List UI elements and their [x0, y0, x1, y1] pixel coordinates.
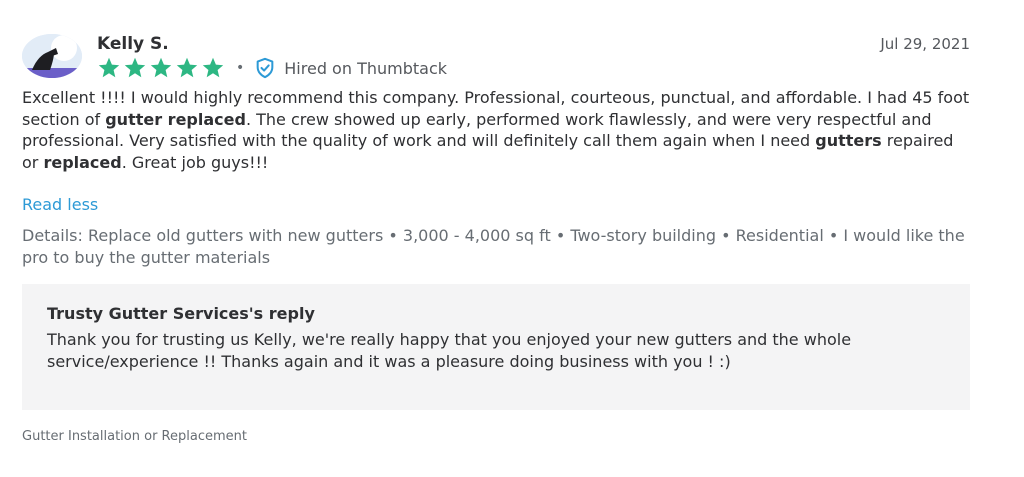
service-category: Gutter Installation or Replacement [22, 429, 247, 444]
star-icon [176, 57, 198, 78]
project-details: Details: Replace old gutters with new gu… [22, 226, 965, 267]
read-less-link[interactable]: Read less [22, 195, 98, 214]
reply-text: Thank you for trusting us Kelly, we're r… [47, 330, 852, 371]
pro-reply: Trusty Gutter Services's reply Thank you… [22, 284, 970, 410]
shield-check-icon [256, 57, 274, 79]
review-text-highlight: gutter replaced [105, 109, 246, 129]
review-card: Kelly S. Jul 29, 2021 • Hired on Thumbta… [22, 32, 970, 444]
review-text-part: . Great job guys!!! [121, 152, 269, 172]
star-icon [150, 57, 172, 78]
star-rating [96, 56, 226, 80]
hired-on-thumbtack-label: Hired on Thumbtack [284, 58, 448, 78]
reviewer-name: Kelly S. [97, 34, 169, 54]
review-text: Excellent !!!! I would highly recommend … [22, 87, 970, 173]
reply-title: Trusty Gutter Services's reply [47, 304, 315, 323]
review-text-highlight: gutters [815, 131, 882, 150]
star-icon [98, 57, 120, 78]
avatar [22, 34, 82, 78]
review-header: Kelly S. Jul 29, 2021 • Hired on Thumbta… [22, 32, 970, 82]
rating-row: • Hired on Thumbtack [96, 56, 447, 80]
star-icon [124, 57, 146, 78]
separator-dot: • [236, 60, 245, 76]
star-icon [202, 57, 224, 78]
review-date: Jul 29, 2021 [880, 35, 970, 53]
review-text-highlight: replaced [43, 152, 122, 172]
